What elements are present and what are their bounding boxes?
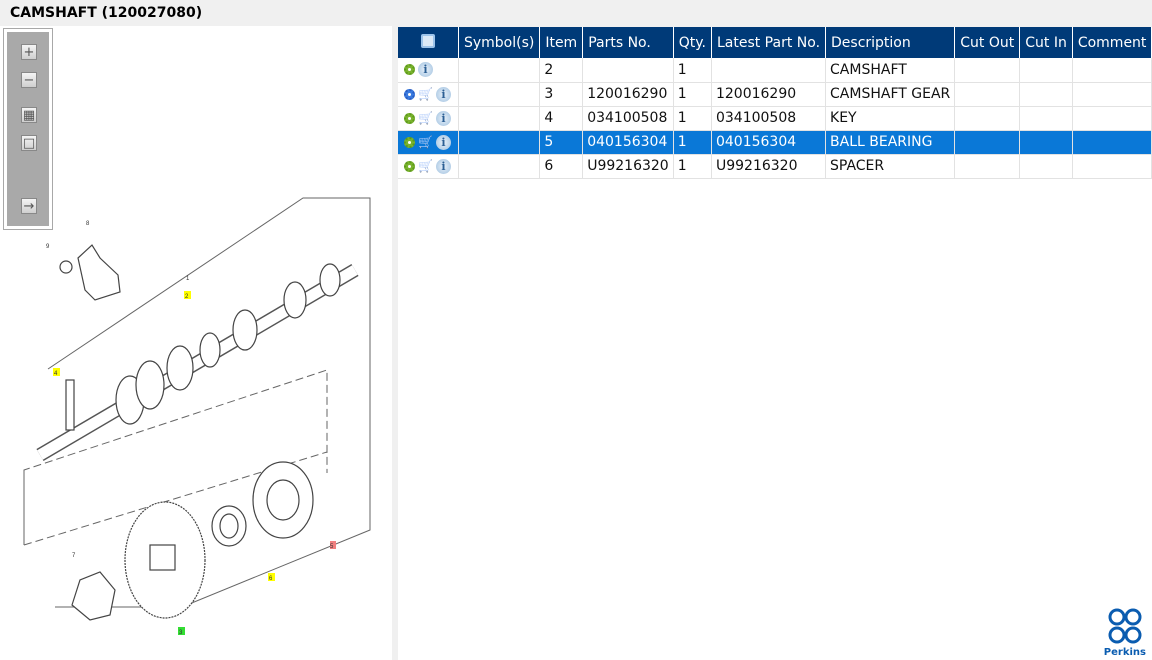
callout-9: 9 <box>46 244 50 250</box>
column-symbols[interactable]: Symbol(s) <box>458 27 541 58</box>
column-qty[interactable]: Qty. <box>673 27 712 58</box>
cell-qty: 1 <box>673 58 712 83</box>
cell-symbols <box>458 130 541 155</box>
column-search[interactable] <box>398 27 459 58</box>
cell-item: 2 <box>539 58 584 83</box>
row-icons: 🛒 i <box>398 82 459 107</box>
search-icon[interactable] <box>420 33 435 48</box>
info-icon[interactable]: i <box>435 110 451 126</box>
gears-blue-green-icon[interactable] <box>404 88 415 100</box>
parts-table: Symbol(s) Item Parts No. Qty. Latest Par… <box>398 27 1152 179</box>
cart-icon[interactable]: 🛒 <box>418 87 433 101</box>
cell-symbols <box>458 82 541 107</box>
column-cut-in[interactable]: Cut In <box>1019 27 1073 58</box>
logo-text: Perkins <box>1103 647 1146 658</box>
cell-cut-in <box>1019 58 1073 83</box>
cell-comment <box>1072 130 1152 155</box>
cell-qty: 1 <box>673 82 712 107</box>
cell-description: BALL BEARING <box>825 130 956 155</box>
info-icon[interactable]: i <box>435 134 451 150</box>
cell-cut-in <box>1019 130 1073 155</box>
cell-parts-no: 120016290 <box>582 82 674 107</box>
table-row[interactable]: 🛒 i 6 U99216320 1 U99216320 SPACER <box>398 154 1152 179</box>
row-icons: i <box>398 58 459 83</box>
table-row[interactable]: 🛒 i 4 034100508 1 034100508 KEY <box>398 106 1152 131</box>
header-row: Symbol(s) Item Parts No. Qty. Latest Par… <box>398 27 1152 58</box>
row-icons: 🛒 i <box>398 106 459 131</box>
cell-cut-out <box>954 58 1021 83</box>
info-icon[interactable]: i <box>418 62 433 78</box>
cell-item: 3 <box>539 82 584 107</box>
cell-parts-no: 034100508 <box>582 106 674 131</box>
cart-icon[interactable]: 🛒 <box>418 159 433 173</box>
table-row[interactable]: 🛒 i 5 040156304 1 040156304 BALL BEARING <box>398 130 1152 155</box>
callout-8: 8 <box>86 221 90 227</box>
row-icons: 🛒 i <box>398 154 459 179</box>
cell-description: KEY <box>825 106 956 131</box>
cell-qty: 1 <box>673 154 712 179</box>
callout-7: 7 <box>72 553 76 559</box>
cell-qty: 1 <box>673 130 712 155</box>
column-description[interactable]: Description <box>825 27 956 58</box>
cell-latest-part-no: 034100508 <box>711 106 827 131</box>
exploded-diagram[interactable]: + − ▦ □ → 8 9 1 2 4 7 3 6 5 <box>0 26 392 660</box>
cell-cut-in <box>1019 82 1073 107</box>
cart-icon[interactable]: 🛒 <box>418 111 433 125</box>
cell-latest-part-no: 120016290 <box>711 82 827 107</box>
cell-symbols <box>458 58 541 83</box>
diagram-drawing: 8 9 1 2 4 7 3 6 5 <box>23 197 371 636</box>
info-icon[interactable]: i <box>435 86 451 102</box>
cell-comment <box>1072 82 1152 107</box>
gear-green-icon[interactable] <box>404 160 415 172</box>
cell-cut-in <box>1019 106 1073 131</box>
perkins-logo-mark <box>1108 608 1142 644</box>
gear-green-icon[interactable] <box>404 64 415 76</box>
column-comment[interactable]: Comment <box>1072 27 1152 58</box>
parts-grid: Symbol(s) Item Parts No. Qty. Latest Par… <box>398 27 1152 660</box>
column-cut-out[interactable]: Cut Out <box>954 27 1021 58</box>
cell-parts-no: U99216320 <box>582 154 674 179</box>
cell-cut-out <box>954 106 1021 131</box>
cell-item: 5 <box>539 130 584 155</box>
table-row[interactable]: 🛒 i 3 120016290 1 120016290 CAMSHAFT GEAR <box>398 82 1152 107</box>
cell-latest-part-no: 040156304 <box>711 130 827 155</box>
cell-symbols <box>458 106 541 131</box>
column-parts-no[interactable]: Parts No. <box>582 27 674 58</box>
cell-parts-no: 040156304 <box>582 130 674 155</box>
gear-green-icon[interactable] <box>404 136 415 148</box>
cell-cut-out <box>954 130 1021 155</box>
perkins-logo: Perkins <box>1104 608 1146 658</box>
column-item[interactable]: Item <box>539 27 584 58</box>
cell-latest-part-no: U99216320 <box>711 154 827 179</box>
cell-cut-out <box>954 82 1021 107</box>
gear-green-icon[interactable] <box>404 112 415 124</box>
cell-cut-in <box>1019 154 1073 179</box>
cell-comment <box>1072 58 1152 83</box>
cell-parts-no <box>582 58 674 83</box>
row-icons: 🛒 i <box>398 130 459 155</box>
cell-comment <box>1072 154 1152 179</box>
table-row[interactable]: i 2 1 CAMSHAFT <box>398 58 1152 83</box>
cell-cut-out <box>954 154 1021 179</box>
page-title: CAMSHAFT (120027080) <box>10 5 203 21</box>
cell-description: CAMSHAFT <box>825 58 956 83</box>
column-latest-part-no[interactable]: Latest Part No. <box>711 27 827 58</box>
cell-latest-part-no <box>711 58 827 83</box>
callout-1: 1 <box>186 276 190 282</box>
cell-description: CAMSHAFT GEAR <box>825 82 956 107</box>
cell-comment <box>1072 106 1152 131</box>
cell-symbols <box>458 154 541 179</box>
cell-item: 4 <box>539 106 584 131</box>
cell-qty: 1 <box>673 106 712 131</box>
info-icon[interactable]: i <box>435 158 451 174</box>
cell-item: 6 <box>539 154 584 179</box>
cell-description: SPACER <box>825 154 956 179</box>
cart-icon[interactable]: 🛒 <box>418 135 433 149</box>
